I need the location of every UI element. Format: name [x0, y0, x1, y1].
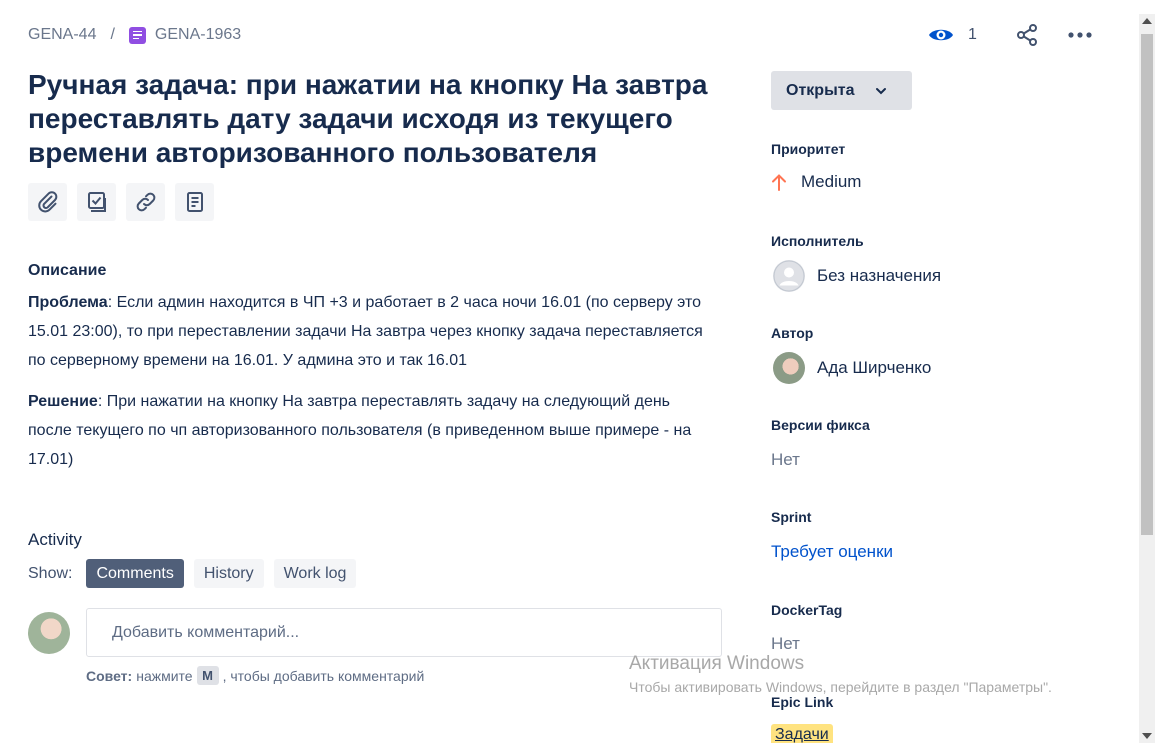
tab-comments[interactable]: Comments	[86, 559, 184, 588]
activity-filter: Show: Comments History Work log	[28, 559, 357, 588]
breadcrumb-issue-key[interactable]: GENA-1963	[155, 26, 241, 44]
tab-work-log[interactable]: Work log	[273, 559, 357, 588]
fix-versions-value[interactable]: Нет	[771, 450, 800, 470]
problem-text: : Если админ находится в ЧП +3 и работае…	[28, 294, 703, 369]
priority-label: Приоритет	[771, 141, 846, 157]
breadcrumb: GENA-44 / GENA-1963	[28, 24, 241, 46]
watchers-count: 1	[968, 26, 977, 43]
fix-versions-label: Версии фикса	[771, 417, 870, 433]
sprint-label: Sprint	[771, 509, 812, 525]
tip-before: нажмите	[136, 667, 193, 684]
issue-title[interactable]: Ручная задача: при нажатии на кнопку На …	[28, 68, 728, 170]
assignee-label: Исполнитель	[771, 233, 864, 249]
reporter-avatar	[773, 352, 805, 384]
shortcut-key: M	[196, 666, 219, 685]
link-icon	[136, 192, 155, 212]
task-icon	[128, 26, 146, 44]
description-problem: Проблема: Если админ находится в ЧП +3 и…	[28, 288, 718, 375]
solution-label: Решение	[28, 393, 98, 410]
assignee-value: Без назначения	[817, 266, 942, 285]
priority-field[interactable]: Medium	[771, 172, 861, 192]
tip-label: Совет:	[86, 667, 133, 684]
attach-button[interactable]	[28, 183, 67, 221]
epic-link-tag[interactable]: Задачи	[771, 724, 833, 743]
more-icon	[1068, 32, 1092, 38]
checklist-icon	[87, 192, 106, 212]
description-heading: Описание	[28, 262, 107, 279]
share-icon	[1016, 24, 1037, 46]
avatar	[28, 612, 70, 654]
priority-value: Medium	[801, 172, 862, 191]
issue-actions: 1	[928, 20, 1093, 50]
status-dropdown[interactable]: Открыта	[771, 71, 912, 110]
epic-link-label: Epic Link	[771, 694, 834, 710]
scrollbar-thumb[interactable]	[1141, 34, 1153, 535]
sprint-value[interactable]: Требует оценки	[771, 542, 893, 562]
arrow-up-icon	[772, 174, 786, 191]
link-issue-button[interactable]	[126, 183, 165, 221]
issue-toolbar	[28, 183, 214, 221]
epic-link-field[interactable]: Задачи	[771, 724, 833, 743]
reporter-field[interactable]: Ада Ширченко	[771, 352, 931, 384]
paperclip-icon	[37, 191, 57, 213]
solution-text: : При нажатии на кнопку На завтра перест…	[28, 393, 692, 468]
eye-icon	[929, 29, 953, 41]
tip-after: , чтобы добавить комментарий	[222, 667, 425, 684]
watermark-subtitle: Чтобы активировать Windows, перейдите в …	[629, 679, 1052, 695]
breadcrumb-parent-link[interactable]: GENA-44	[28, 26, 96, 44]
dockertag-label: DockerTag	[771, 602, 843, 618]
child-issue-button[interactable]	[77, 183, 116, 221]
description-solution: Решение: При нажатии на кнопку На завтра…	[28, 387, 718, 474]
confluence-page-button[interactable]	[175, 183, 214, 221]
share-button[interactable]	[1015, 23, 1039, 47]
tab-history[interactable]: History	[193, 559, 264, 588]
watch-button[interactable]: 1	[928, 26, 977, 44]
default-avatar-icon	[773, 260, 805, 292]
reporter-label: Автор	[771, 325, 814, 341]
breadcrumb-separator: /	[110, 26, 115, 43]
show-label: Show:	[28, 564, 73, 582]
chevron-down-icon	[876, 87, 887, 94]
problem-label: Проблема	[28, 294, 108, 311]
scroll-down-arrow-icon[interactable]	[1142, 733, 1152, 739]
activity-heading: Activity	[28, 530, 82, 549]
assignee-field[interactable]: Без назначения	[771, 260, 941, 292]
dockertag-value[interactable]: Нет	[771, 634, 800, 654]
windows-activation-watermark: Активация Windows Чтобы активировать Win…	[629, 653, 1052, 695]
page-icon	[186, 192, 203, 212]
scroll-up-arrow-icon[interactable]	[1142, 18, 1152, 24]
status-label: Открыта	[786, 81, 855, 99]
description-body[interactable]: Проблема: Если админ находится в ЧП +3 и…	[28, 288, 718, 486]
comment-tip: Совет: нажмите M , чтобы добавить коммен…	[86, 666, 424, 685]
watermark-title: Активация Windows	[629, 653, 805, 674]
reporter-value: Ада Ширченко	[817, 358, 932, 377]
more-button[interactable]	[1067, 31, 1093, 39]
comment-input[interactable]	[86, 608, 722, 657]
